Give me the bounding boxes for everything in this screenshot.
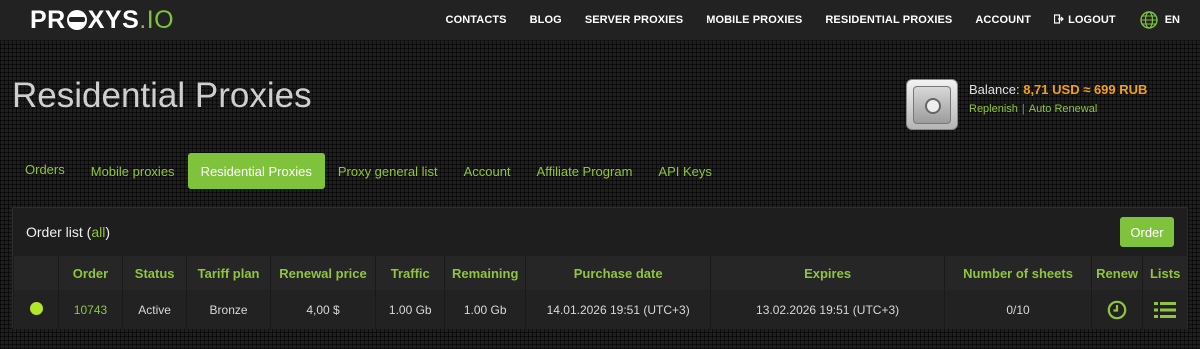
top-navigation-bar: PR XYS .IO CONTACTS BLOG SERVER PROXIES …: [0, 0, 1200, 41]
col-status-dot: [12, 256, 59, 290]
nav-residential-proxies[interactable]: RESIDENTIAL PROXIES: [825, 14, 952, 26]
status-dot-cell: [12, 290, 59, 329]
order-link[interactable]: 10743: [74, 303, 107, 317]
col-renewal-price[interactable]: Renewal price: [269, 256, 376, 290]
orders-table: Order Status Tariff plan Renewal price T…: [12, 256, 1187, 329]
balance-amount: 8,71 USD ≈ 699 RUB: [1023, 82, 1148, 97]
expires-cell: 13.02.2026 19:51 (UTC+3): [710, 290, 945, 329]
language-label: EN: [1164, 14, 1180, 26]
page-title: Residential Proxies: [12, 76, 312, 115]
col-lists: Lists: [1142, 256, 1187, 290]
clock-icon[interactable]: [1107, 300, 1127, 320]
tab-orders[interactable]: Orders: [12, 151, 78, 187]
status-cell: Active: [121, 290, 187, 329]
order-list-header: Order list (all) Order: [13, 208, 1187, 256]
logout-label: LOGOUT: [1068, 14, 1116, 26]
logo-text-pr: PR: [30, 5, 66, 34]
col-purchase-date[interactable]: Purchase date: [525, 256, 711, 290]
nav-contacts[interactable]: CONTACTS: [446, 14, 507, 26]
nav-mobile-proxies[interactable]: MOBILE PROXIES: [706, 14, 802, 26]
nav-blog[interactable]: BLOG: [530, 14, 562, 26]
globe-icon: [1140, 11, 1158, 29]
order-cell: 10743: [58, 290, 123, 329]
col-remaining[interactable]: Remaining: [444, 256, 526, 290]
list-icon[interactable]: [1154, 301, 1177, 319]
renew-cell: [1090, 290, 1143, 329]
nav-account[interactable]: ACCOUNT: [975, 14, 1031, 26]
col-tariff-plan[interactable]: Tariff plan: [186, 256, 271, 290]
ninja-logo-icon: [66, 10, 87, 30]
logout-link[interactable]: LOGOUT: [1053, 13, 1116, 27]
status-dot-icon: [29, 301, 43, 315]
col-traffic[interactable]: Traffic: [375, 256, 445, 290]
tariff-cell: Bronze: [186, 290, 271, 329]
auto-renewal-link[interactable]: Auto Renewal: [1029, 103, 1098, 115]
col-expires[interactable]: Expires: [710, 256, 945, 290]
col-number-of-sheets[interactable]: Number of sheets: [944, 256, 1092, 290]
tab-residential-proxies[interactable]: Residential Proxies: [187, 153, 325, 189]
traffic-cell: 1.00 Gb: [375, 290, 445, 329]
tab-affiliate-program[interactable]: Affiliate Program: [524, 153, 646, 189]
balance-links: Replenish | Auto Renewal: [969, 103, 1097, 115]
table-header-row: Order Status Tariff plan Renewal price T…: [12, 256, 1187, 290]
tab-proxy-general-list[interactable]: Proxy general list: [325, 153, 451, 189]
nav-server-proxies[interactable]: SERVER PROXIES: [585, 14, 683, 26]
col-order[interactable]: Order: [58, 256, 123, 290]
balance-label: Balance:: [969, 82, 1020, 97]
safe-icon: [906, 79, 958, 130]
tab-account[interactable]: Account: [451, 153, 524, 189]
order-list-title-text: Order list (: [26, 224, 92, 240]
logo-text-xys: XYS: [87, 5, 140, 34]
tab-mobile-proxies[interactable]: Mobile proxies: [78, 153, 188, 189]
lists-cell: [1142, 290, 1187, 329]
language-selector[interactable]: EN: [1140, 11, 1180, 29]
balance-info: Balance: 8,71 USD ≈ 699 RUB: [969, 82, 1147, 97]
show-all-link[interactable]: all: [91, 224, 105, 240]
tab-api-keys[interactable]: API Keys: [645, 153, 724, 189]
table-row: 10743 Active Bronze 4,00 $ 1.00 Gb 1.00 …: [12, 290, 1187, 329]
col-renew: Renew: [1090, 256, 1143, 290]
col-status[interactable]: Status: [121, 256, 187, 290]
order-list-panel: Order list (all) Order Order Status Tari…: [12, 207, 1188, 329]
sheets-cell: 0/10: [944, 290, 1092, 329]
main-nav: CONTACTS BLOG SERVER PROXIES MOBILE PROX…: [423, 0, 1180, 40]
logo-text-io: .IO: [139, 5, 175, 34]
order-list-title-close: ): [105, 224, 111, 240]
balance-link-separator: |: [1021, 103, 1025, 115]
remaining-cell: 1.00 Gb: [444, 290, 526, 329]
order-list-title: Order list (all): [26, 224, 110, 240]
logo[interactable]: PR XYS .IO: [30, 5, 175, 34]
order-button[interactable]: Order: [1120, 217, 1174, 247]
renewal-price-cell: 4,00 $: [269, 290, 376, 329]
section-tabs: Orders Mobile proxies Residential Proxie…: [12, 153, 725, 189]
replenish-link[interactable]: Replenish: [969, 103, 1018, 115]
purchase-date-cell: 14.01.2026 19:51 (UTC+3): [525, 290, 711, 329]
logout-icon: [1053, 13, 1064, 27]
